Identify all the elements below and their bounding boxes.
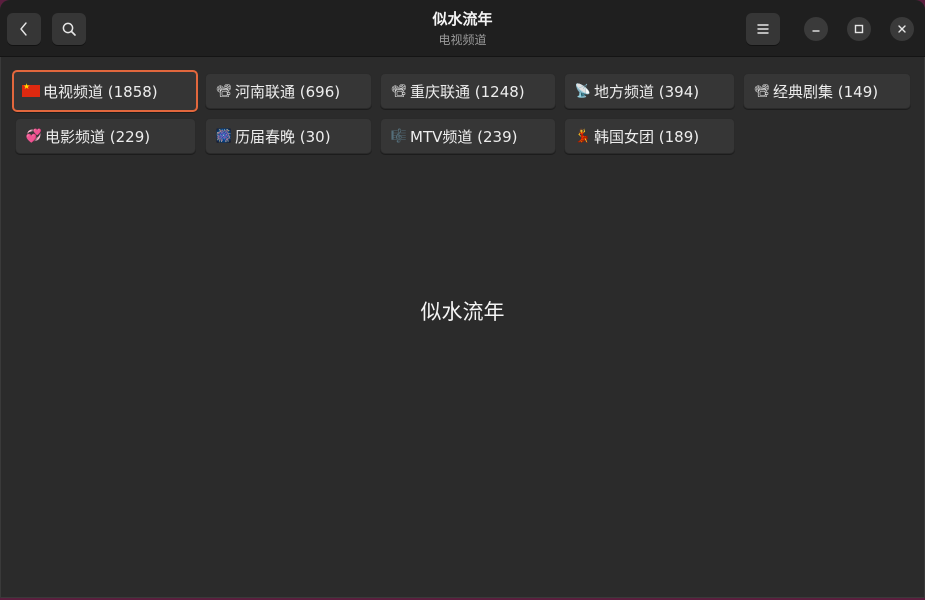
window-title: 似水流年 xyxy=(432,10,493,28)
app-window: 似水流年 电视频道 电视频道 (1858) xyxy=(0,0,925,598)
hearts-icon: 💞 xyxy=(25,128,43,144)
minimize-button[interactable] xyxy=(804,17,828,41)
dancer-icon: 💃 xyxy=(574,128,592,144)
fireworks-icon: 🎆 xyxy=(215,128,233,144)
close-icon xyxy=(898,25,906,33)
title-block: 似水流年 电视频道 xyxy=(300,9,625,49)
category-label: MTV频道 (239) xyxy=(410,127,518,146)
movie-projector-icon: 📽 xyxy=(753,83,771,99)
back-button[interactable] xyxy=(7,13,41,45)
category-korean-girl-groups[interactable]: 💃 韩国女团 (189) xyxy=(564,118,735,154)
category-local-channels[interactable]: 📡 地方频道 (394) xyxy=(564,73,735,109)
category-classic-series[interactable]: 📽 经典剧集 (149) xyxy=(743,73,911,109)
music-score-icon: 🎼 xyxy=(390,128,408,144)
search-button[interactable] xyxy=(52,13,86,45)
category-label: 电影频道 (229) xyxy=(45,127,151,146)
content-placeholder: 似水流年 xyxy=(420,300,505,324)
category-henan-unicom[interactable]: 📽 河南联通 (696) xyxy=(205,73,372,109)
category-label: 历届春晚 (30) xyxy=(235,127,331,146)
minimize-icon xyxy=(812,30,820,32)
maximize-button[interactable] xyxy=(847,17,871,41)
movie-projector-icon: 📽 xyxy=(390,83,408,99)
category-label: 河南联通 (696) xyxy=(235,82,341,101)
category-label: 地方频道 (394) xyxy=(594,82,700,101)
category-label: 重庆联通 (1248) xyxy=(410,82,525,101)
maximize-icon xyxy=(854,24,864,34)
search-icon xyxy=(62,22,76,36)
category-mtv-channels[interactable]: 🎼 MTV频道 (239) xyxy=(380,118,556,154)
category-label: 经典剧集 (149) xyxy=(773,82,879,101)
main-menu-button[interactable] xyxy=(746,13,780,45)
window-subtitle: 电视频道 xyxy=(438,33,487,47)
movie-projector-icon: 📽 xyxy=(215,83,233,99)
category-label: 电视频道 (1858) xyxy=(43,82,158,101)
satellite-dish-icon: 📡 xyxy=(574,83,592,99)
category-label: 韩国女团 (189) xyxy=(594,127,700,146)
header-bar: 似水流年 电视频道 xyxy=(0,0,925,57)
hamburger-menu-icon xyxy=(757,24,769,34)
chevron-left-icon xyxy=(20,22,27,36)
china-flag-icon xyxy=(22,82,40,97)
category-movie-channels[interactable]: 💞 电影频道 (229) xyxy=(15,118,196,154)
category-tv-channels[interactable]: 电视频道 (1858) xyxy=(12,70,198,112)
close-button[interactable] xyxy=(890,17,914,41)
category-spring-gala[interactable]: 🎆 历届春晚 (30) xyxy=(205,118,372,154)
category-chongqing-unicom[interactable]: 📽 重庆联通 (1248) xyxy=(380,73,556,109)
